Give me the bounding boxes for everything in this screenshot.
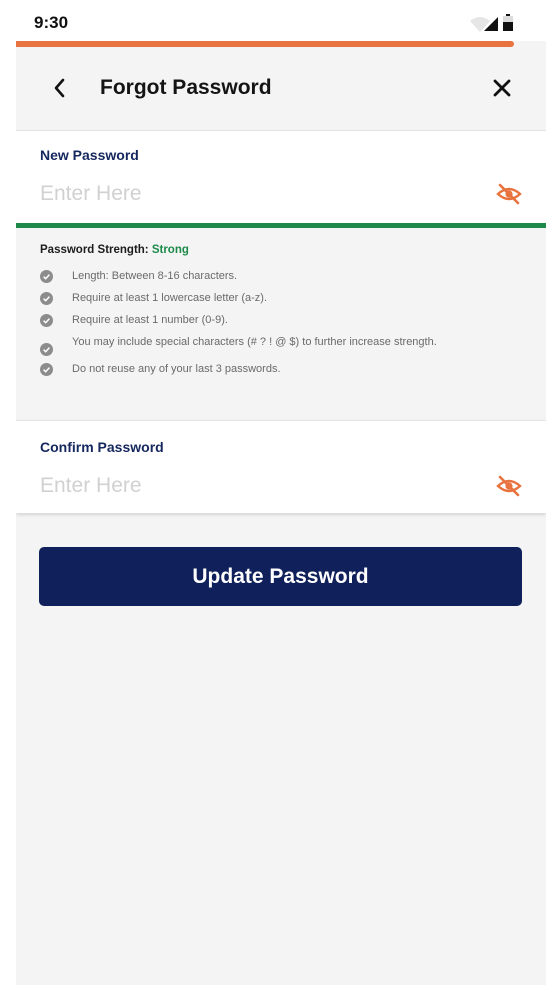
check-circle-icon	[40, 292, 53, 305]
check-circle-icon	[40, 314, 53, 327]
confirm-password-input[interactable]	[40, 469, 460, 503]
confirm-password-label: Confirm Password	[40, 439, 164, 455]
status-time: 9:30	[34, 13, 69, 32]
password-rule-text: Do not reuse any of your last 3 password…	[72, 363, 281, 375]
eye-off-icon[interactable]	[496, 475, 522, 497]
check-circle-icon	[40, 270, 53, 283]
check-circle-icon	[40, 363, 53, 376]
password-rule-text: Length: Between 8-16 characters.	[72, 270, 238, 282]
page-title: Forgot Password	[100, 76, 272, 99]
new-password-label: New Password	[40, 147, 139, 163]
password-strength-section: Password Strength: Strong Length: Betwee…	[16, 228, 546, 420]
password-rule: Require at least 1 lowercase letter (a-z…	[40, 292, 480, 305]
password-rule: Do not reuse any of your last 3 password…	[40, 363, 480, 376]
status-icons	[470, 14, 513, 32]
password-strength-label: Password Strength:	[40, 244, 152, 256]
update-password-button[interactable]: Update Password	[39, 547, 522, 606]
password-strength-title: Password Strength: Strong	[40, 244, 189, 256]
password-strength-value: Strong	[151, 244, 189, 256]
check-circle-icon	[40, 343, 53, 356]
chevron-left-icon[interactable]	[50, 75, 72, 101]
phone-screen: 9:30 Forgot Password New Password Passwo…	[16, 8, 546, 985]
header: Forgot Password	[16, 47, 546, 129]
new-password-card: New Password	[16, 130, 546, 223]
battery-icon	[503, 14, 513, 31]
status-bar: 9:30	[16, 8, 546, 41]
password-rule: Require at least 1 number (0-9).	[40, 314, 480, 327]
password-rules-list: Length: Between 8-16 characters. Require…	[40, 270, 480, 385]
close-icon[interactable]	[490, 76, 514, 100]
eye-off-icon[interactable]	[496, 183, 522, 205]
password-rule-text: Require at least 1 number (0-9).	[72, 314, 228, 326]
password-rule-text: Require at least 1 lowercase letter (a-z…	[72, 292, 268, 304]
new-password-input[interactable]	[40, 177, 460, 211]
password-rule: You may include special characters (# ? …	[40, 336, 480, 356]
confirm-password-card: Confirm Password	[16, 420, 546, 513]
password-rule-text: You may include special characters (# ? …	[72, 336, 437, 348]
password-rule: Length: Between 8-16 characters.	[40, 270, 480, 283]
